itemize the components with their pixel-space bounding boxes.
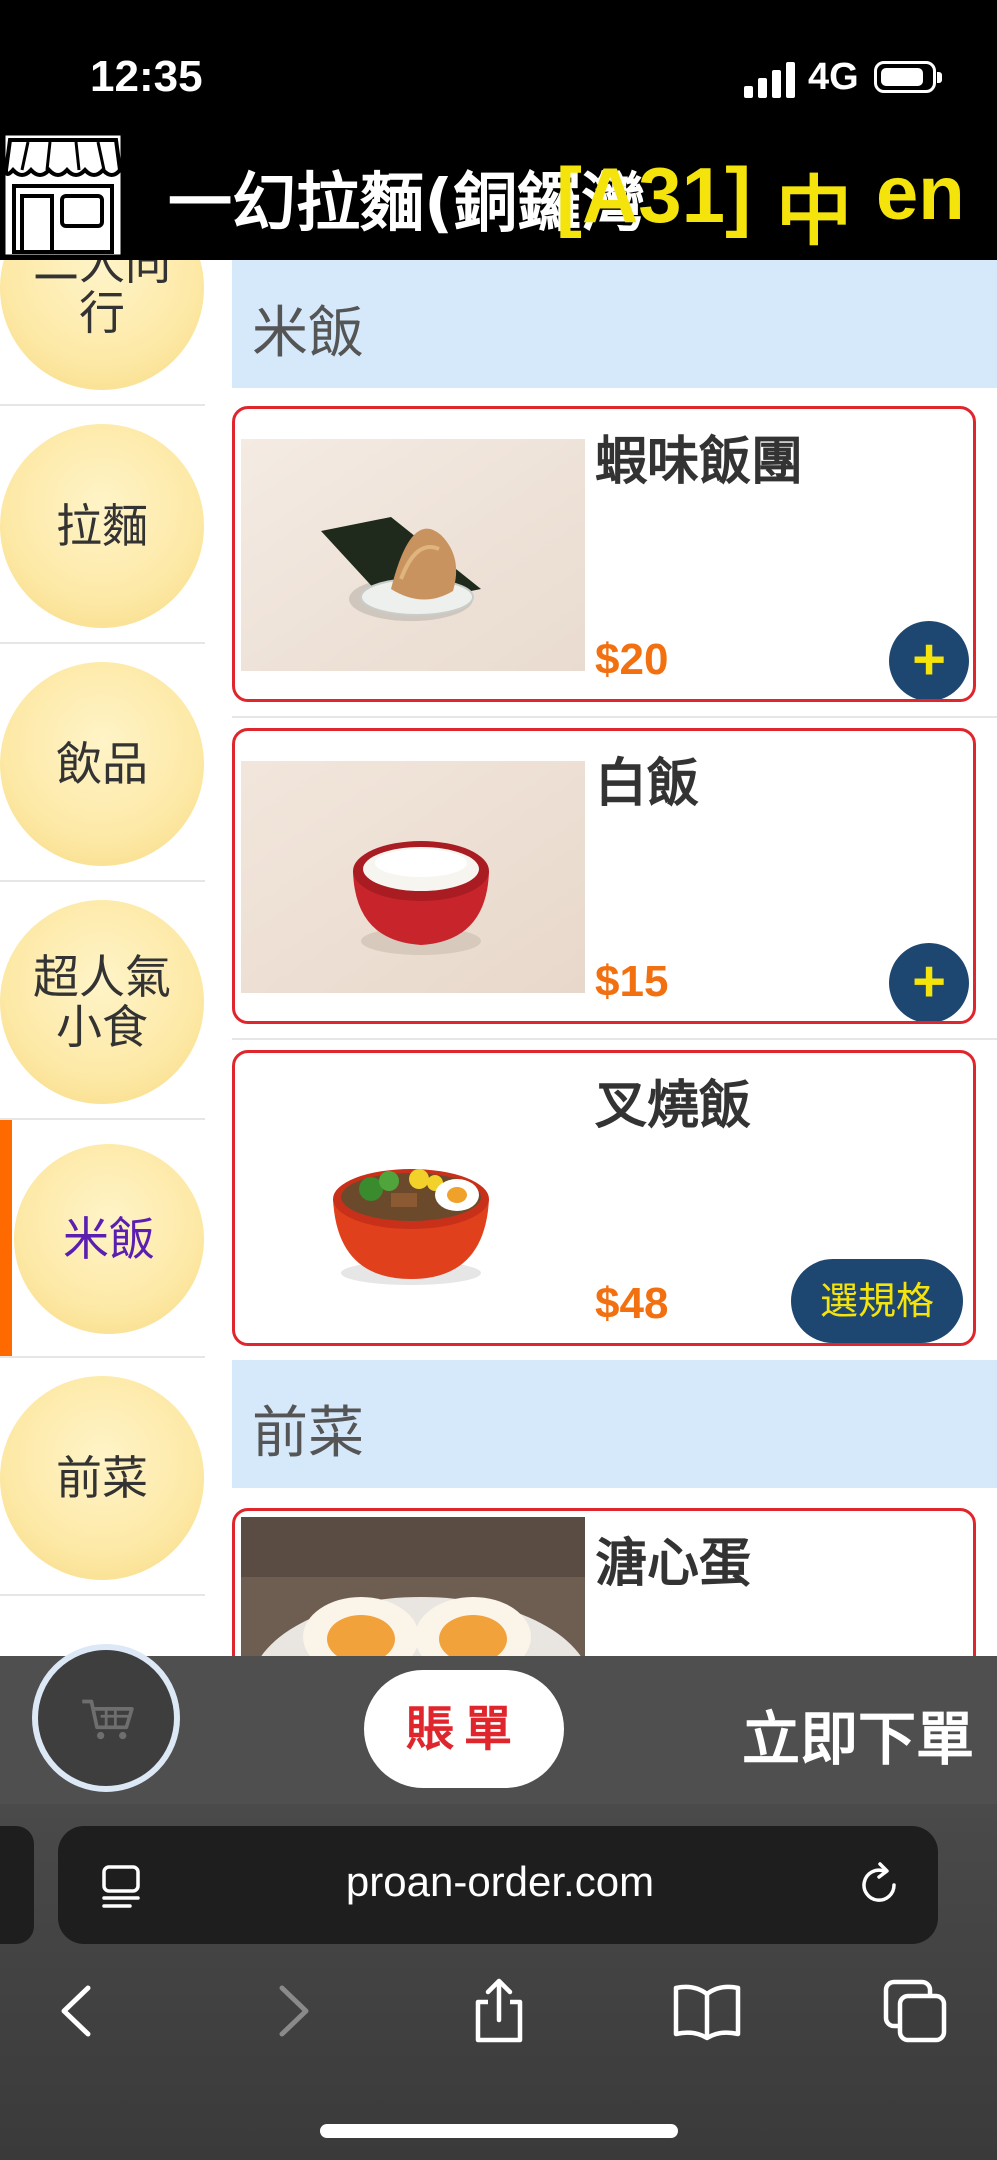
cart-icon xyxy=(82,1699,134,1740)
category-item[interactable]: 超人氣 小食 xyxy=(0,882,210,1120)
item-price: $20 xyxy=(595,635,669,684)
menu-item-card[interactable]: 叉燒飯 $48 選規格 xyxy=(232,1050,976,1346)
category-label: 拉麵 xyxy=(0,424,204,628)
home-indicator xyxy=(320,2124,678,2138)
reload-icon[interactable] xyxy=(854,1860,904,1910)
item-price: $15 xyxy=(595,957,669,1006)
place-order-button[interactable]: 立即下單 xyxy=(742,1692,974,1776)
rice-ball-photo xyxy=(241,439,585,671)
language-en-button[interactable]: en xyxy=(876,150,965,237)
divider xyxy=(232,716,997,718)
menu-list: 米飯 蝦味飯團 $20 + 白飯 $15 + 叉燒飯 $48 選規格 前菜 溏心… xyxy=(232,260,997,1656)
add-to-cart-button[interactable]: + xyxy=(889,943,969,1021)
soft-egg-photo xyxy=(241,1517,585,1656)
category-sidebar: 二人同 行 拉麵 飲品 超人氣 小食 米飯 前菜 xyxy=(0,260,210,1656)
add-to-cart-button[interactable]: + xyxy=(889,621,969,699)
category-item-active[interactable]: 米飯 xyxy=(0,1120,210,1358)
item-name: 蝦味飯團 xyxy=(595,432,804,492)
section-title: 前菜 xyxy=(252,1401,364,1466)
reader-mode-icon[interactable] xyxy=(100,1864,148,1908)
table-code: [A31] xyxy=(556,151,752,239)
category-item[interactable]: 二人同 行 xyxy=(0,260,210,406)
category-label: 米飯 xyxy=(14,1144,204,1334)
language-zh-button[interactable]: 中 xyxy=(776,150,852,260)
item-name: 叉燒飯 xyxy=(595,1076,752,1136)
char-siu-rice-photo xyxy=(241,1083,585,1315)
store-icon[interactable] xyxy=(0,130,126,260)
white-rice-photo xyxy=(241,761,585,993)
menu-item-card[interactable]: 白飯 $15 + xyxy=(232,728,976,1024)
signal-icon xyxy=(744,62,796,98)
forward-icon[interactable] xyxy=(256,1976,326,2046)
section-header: 前菜 xyxy=(232,1360,997,1488)
tabs-icon[interactable] xyxy=(880,1976,950,2046)
category-label: 超人氣 小食 xyxy=(0,900,204,1104)
category-label: 前菜 xyxy=(0,1376,204,1580)
bill-button[interactable]: 賬單 xyxy=(364,1670,564,1788)
status-time: 12:35 xyxy=(90,52,203,101)
category-item[interactable]: 拉麵 xyxy=(0,406,210,644)
network-type: 4G xyxy=(808,56,859,98)
category-item[interactable]: 前菜 xyxy=(0,1358,210,1596)
back-icon[interactable] xyxy=(44,1976,114,2046)
item-name: 溏心蛋 xyxy=(595,1534,752,1594)
divider xyxy=(232,1038,997,1040)
item-price: $48 xyxy=(595,1279,669,1328)
battery-icon xyxy=(874,61,942,93)
select-options-button[interactable]: 選規格 xyxy=(791,1259,963,1343)
section-title: 米飯 xyxy=(252,301,364,366)
category-label: 二人同 行 xyxy=(0,260,204,390)
category-item[interactable]: 飲品 xyxy=(0,644,210,882)
previous-tab-stub[interactable] xyxy=(0,1826,34,1944)
active-category-marker xyxy=(0,1120,12,1358)
section-header: 米飯 xyxy=(232,260,997,388)
cart-button[interactable] xyxy=(32,1644,180,1792)
menu-item-card[interactable]: 蝦味飯團 $20 + xyxy=(232,406,976,702)
item-name: 白飯 xyxy=(595,754,700,814)
bookmarks-icon[interactable] xyxy=(672,1976,742,2046)
app-header: 一幻拉麵(銅鑼灣 [A31] 中 en xyxy=(0,130,997,260)
menu-item-card[interactable]: 溏心蛋 xyxy=(232,1508,976,1656)
share-icon[interactable] xyxy=(464,1976,534,2046)
url-text[interactable]: proan-order.com xyxy=(300,1858,700,1906)
category-label: 飲品 xyxy=(0,662,204,866)
